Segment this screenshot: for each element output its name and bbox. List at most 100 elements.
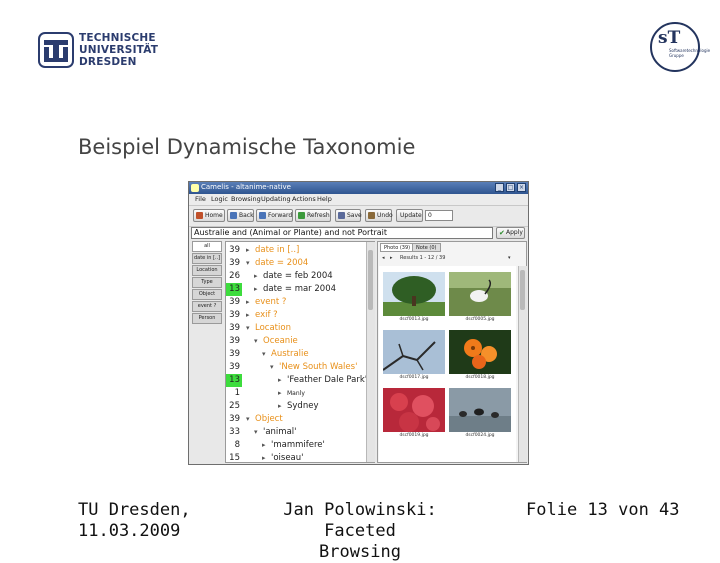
forward-label: Forward — [268, 212, 293, 219]
photo-thumbnail[interactable] — [449, 388, 511, 432]
collapsed-arrow-icon[interactable]: ▸ — [254, 270, 258, 283]
photo-caption: dscf0013.jpg — [399, 317, 429, 322]
tree-scrollbar[interactable] — [366, 242, 375, 462]
photo-thumbnail[interactable] — [449, 272, 511, 316]
photo-grid: dscf0013.jpg dscf0005.jpg dscf0017.jpg d… — [379, 266, 516, 462]
expanded-arrow-icon[interactable]: ▾ — [254, 426, 258, 439]
collapsed-arrow-icon[interactable]: ▸ — [262, 452, 266, 464]
minimize-icon[interactable]: _ — [495, 183, 504, 192]
prev-page-icon[interactable]: ◂ — [382, 253, 385, 264]
menu-file[interactable]: File — [195, 195, 206, 203]
tree-row[interactable]: 15 ▸ 'oiseau' — [226, 452, 366, 464]
facet-tab-all[interactable]: all — [192, 241, 222, 252]
refresh-button[interactable]: Refresh — [295, 209, 331, 222]
update-button[interactable]: Update — [396, 209, 423, 222]
tree-row[interactable]: 39 ▾ date = 2004 — [226, 257, 366, 270]
tree-row[interactable]: 39 ▾ Oceanie — [226, 335, 366, 348]
results-dropdown-icon[interactable]: ▾ — [508, 253, 511, 264]
menu-help[interactable]: Help — [317, 195, 332, 203]
tree-row[interactable]: 39 ▾ Location — [226, 322, 366, 335]
tree-row-label: Object — [255, 414, 283, 424]
tree-row[interactable]: 39 ▾ Object — [226, 413, 366, 426]
menu-updating[interactable]: Updating — [261, 195, 291, 203]
query-input[interactable]: Australie and (Animal or Plante) and not… — [191, 227, 493, 239]
undo-button[interactable]: Undo — [365, 209, 393, 222]
tree-row[interactable]: 39 ▸ exif ? — [226, 309, 366, 322]
tree-row[interactable]: 39 ▸ date in [..] — [226, 244, 366, 257]
tree-row[interactable]: 26 ▸ date = feb 2004 — [226, 270, 366, 283]
facet-tab-location[interactable]: Location — [192, 265, 222, 276]
expanded-arrow-icon[interactable]: ▾ — [246, 257, 250, 270]
expanded-arrow-icon[interactable]: ▾ — [270, 361, 274, 374]
forward-button[interactable]: Forward — [256, 209, 293, 222]
collapsed-arrow-icon[interactable]: ▸ — [262, 439, 266, 452]
expanded-arrow-icon[interactable]: ▾ — [262, 348, 266, 361]
collapsed-arrow-icon[interactable]: ▸ — [246, 309, 250, 322]
facet-tab-person[interactable]: Person — [192, 313, 222, 324]
facet-tab-event[interactable]: event ? — [192, 301, 222, 312]
forward-arrow-icon — [259, 212, 266, 219]
collapsed-arrow-icon[interactable]: ▸ — [246, 244, 250, 257]
tree-row[interactable]: 33 ▾ 'animal' — [226, 426, 366, 439]
menu-actions[interactable]: Actions — [292, 195, 316, 203]
st-logo-caption: Softwaretechnologie Gruppe — [669, 48, 710, 58]
tree-row[interactable]: 13 ▸ date = mar 2004 — [226, 283, 366, 296]
tree-row-label: Location — [255, 323, 291, 333]
photo-thumbnail[interactable] — [383, 272, 445, 316]
photo-caption: dscf0018.jpg — [465, 375, 495, 380]
tab-note[interactable]: Note (0) — [412, 243, 441, 252]
back-arrow-icon — [230, 212, 237, 219]
save-button[interactable]: Save — [335, 209, 362, 222]
photo-thumbnail[interactable] — [383, 388, 445, 432]
expanded-arrow-icon[interactable]: ▾ — [246, 322, 250, 335]
tree-row-count: 13 — [226, 283, 242, 296]
maximize-icon[interactable]: □ — [506, 183, 515, 192]
tree-row[interactable]: 25 ▸ Sydney — [226, 400, 366, 413]
facet-tab-type[interactable]: Type — [192, 277, 222, 288]
menu-browsing[interactable]: Browsing — [231, 195, 261, 203]
update-value-input[interactable]: 0 — [425, 210, 453, 221]
window-titlebar[interactable]: Camelis - altanime-native _ □ × — [189, 182, 528, 194]
expanded-arrow-icon[interactable]: ▾ — [254, 335, 258, 348]
tree-row-label: Manly — [287, 390, 305, 397]
next-page-icon[interactable]: ▸ — [390, 253, 393, 264]
tree-row[interactable]: 1 ▸ Manly — [226, 387, 366, 400]
camelis-window: Camelis - altanime-native _ □ × File Log… — [188, 181, 529, 465]
tu-dresden-logo: TECHNISCHE UNIVERSITÄT DRESDEN — [38, 30, 168, 74]
tree-scrollbar-thumb[interactable] — [368, 250, 373, 310]
facet-tab-object[interactable]: Object — [192, 289, 222, 300]
expanded-arrow-icon[interactable]: ▾ — [246, 413, 250, 426]
tree-row[interactable]: 39 ▾ 'New South Wales' — [226, 361, 366, 374]
apply-button[interactable]: ✔ Apply — [496, 227, 525, 239]
back-button[interactable]: Back — [227, 209, 254, 222]
photo-scrollbar[interactable] — [518, 266, 527, 462]
tree-row-label: 'New South Wales' — [279, 362, 358, 372]
tree-row-label: date = 2004 — [255, 258, 309, 268]
home-icon — [196, 212, 203, 219]
collapsed-arrow-icon[interactable]: ▸ — [278, 400, 282, 413]
tree-row-count: 39 — [229, 349, 240, 359]
close-icon[interactable]: × — [517, 183, 526, 192]
home-button[interactable]: Home — [193, 209, 225, 222]
undo-label: Undo — [377, 212, 393, 219]
facet-tab-date[interactable]: date in [..] — [192, 253, 222, 264]
tree-row[interactable]: 13 ▸ 'Feather Dale Park' — [226, 374, 367, 387]
tree-row[interactable]: 8 ▸ 'mammifere' — [226, 439, 366, 452]
tab-photo[interactable]: Photo (39) — [380, 243, 415, 252]
st-monogram: sT — [658, 28, 681, 48]
save-label: Save — [347, 212, 362, 219]
menu-logic[interactable]: Logic — [211, 195, 228, 203]
collapsed-arrow-icon[interactable]: ▸ — [278, 374, 282, 387]
apply-label: Apply — [506, 229, 523, 236]
collapsed-arrow-icon[interactable]: ▸ — [254, 283, 258, 296]
photo-thumbnail[interactable] — [449, 330, 511, 374]
collapsed-arrow-icon[interactable]: ▸ — [246, 296, 250, 309]
photo-scrollbar-thumb[interactable] — [520, 270, 525, 310]
tree-row[interactable]: 39 ▾ Australie — [226, 348, 366, 361]
collapsed-arrow-icon[interactable]: ▸ — [278, 387, 282, 400]
tree-row-label: 'mammifere' — [271, 440, 325, 450]
tree-row[interactable]: 39 ▸ event ? — [226, 296, 366, 309]
tu-dresden-wordmark: TECHNISCHE UNIVERSITÄT DRESDEN — [79, 32, 158, 68]
tree-row-label: 'animal' — [263, 427, 297, 437]
photo-thumbnail[interactable] — [383, 330, 445, 374]
